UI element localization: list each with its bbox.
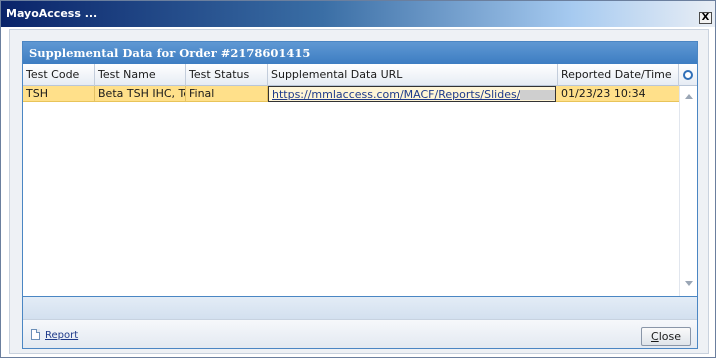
supplemental-data-panel: Supplemental Data for Order #2178601415 … <box>22 41 698 349</box>
table-row[interactable]: TSH Beta TSH IHC, Te Final https://mmlac… <box>23 86 679 102</box>
panel-title: Supplemental Data for Order #2178601415 <box>29 46 311 60</box>
window-title: MayoAccess ... <box>6 7 98 20</box>
scroll-up-icon[interactable] <box>685 94 693 99</box>
grid-header-row: Test Code Test Name Test Status Suppleme… <box>23 64 697 86</box>
settings-icon <box>683 70 693 80</box>
supplemental-data-grid: Test Code Test Name Test Status Suppleme… <box>23 64 697 296</box>
cell-supplemental-url: https://mmlaccess.com/MACF/Reports/Slide… <box>268 86 556 102</box>
column-header-test-name[interactable]: Test Name <box>95 64 186 86</box>
window-titlebar[interactable]: MayoAccess ... X <box>1 1 715 27</box>
column-settings-button[interactable] <box>679 64 697 86</box>
close-button-accelerator: C <box>651 330 659 343</box>
mayoaccess-window: MayoAccess ... X Supplemental Data for O… <box>0 0 716 358</box>
column-header-test-code[interactable]: Test Code <box>23 64 95 86</box>
window-close-button[interactable]: X <box>699 12 712 24</box>
vertical-scrollbar[interactable] <box>679 86 697 296</box>
report-link[interactable]: Report <box>31 329 79 341</box>
close-button[interactable]: Close <box>641 327 691 346</box>
cell-test-code: TSH <box>23 86 95 102</box>
panel-header: Supplemental Data for Order #2178601415 <box>23 42 697 64</box>
document-icon <box>31 329 40 340</box>
report-label: Report <box>45 330 79 341</box>
close-button-label: lose <box>658 330 681 343</box>
column-header-supplemental-url[interactable]: Supplemental Data URL <box>268 64 558 86</box>
dialog-button-bar: Report Close <box>23 319 697 348</box>
column-header-test-status[interactable]: Test Status <box>186 64 268 86</box>
cell-test-name: Beta TSH IHC, Te <box>95 86 186 102</box>
scroll-down-icon[interactable] <box>685 281 693 286</box>
column-header-reported-date[interactable]: Reported Date/Time <box>558 64 679 86</box>
cell-reported-date: 01/23/23 10:34 <box>561 87 646 100</box>
cell-test-status: Final <box>186 86 268 102</box>
supplemental-url-link[interactable]: https://mmlaccess.com/MACF/Reports/Slide… <box>272 88 520 101</box>
redacted-text <box>520 90 555 100</box>
grid-footer <box>23 296 697 319</box>
